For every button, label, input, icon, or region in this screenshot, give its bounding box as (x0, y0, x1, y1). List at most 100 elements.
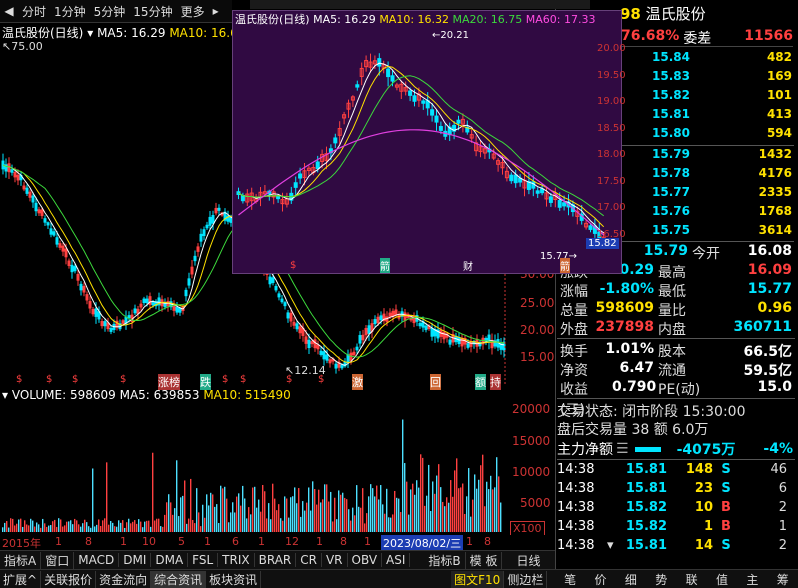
tick-row: 14:38 15.82 10 B 2 (557, 500, 787, 515)
volume-dropdown-icon[interactable]: ▾ (2, 388, 8, 402)
zoom-event-badge[interactable]: 箭 (380, 258, 390, 273)
tab-related-quotes[interactable]: 关联报价 (41, 570, 97, 588)
ask-row[interactable]: 15.83 169 (620, 69, 792, 88)
event-marker-icon[interactable]: $ (72, 374, 78, 385)
volume-bar (76, 520, 78, 532)
bid-row[interactable]: 15.78 4176 (620, 166, 792, 185)
tab-sidebar[interactable]: 侧边栏 (504, 570, 548, 588)
candle (421, 100, 426, 104)
volume-bar (250, 514, 252, 532)
volume-bar (194, 523, 196, 532)
candle (151, 301, 155, 306)
tab-trix[interactable]: TRIX (218, 553, 255, 567)
tab-news[interactable]: 综合资讯 (151, 570, 207, 588)
tab-macd[interactable]: MACD (74, 553, 120, 567)
tab-linked[interactable]: 联 (686, 571, 698, 588)
tab-ticks[interactable]: 笔 (564, 571, 576, 588)
back-arrow-icon[interactable]: ◀ (0, 4, 18, 18)
event-marker-icon[interactable]: $ (318, 374, 324, 385)
candle (49, 228, 53, 235)
tab-main[interactable]: 主 (746, 571, 758, 588)
event-badge[interactable]: 额 (475, 374, 486, 390)
zoom-event-badge[interactable]: 财 (463, 258, 473, 273)
event-marker-icon[interactable]: $ (120, 374, 126, 385)
tab-15min[interactable]: 15分钟 (129, 3, 176, 20)
volume-bar (228, 522, 230, 532)
volume-bar (240, 505, 242, 532)
tab-detail[interactable]: 细 (625, 571, 637, 588)
tab-dma[interactable]: DMA (151, 553, 189, 567)
candle (484, 338, 488, 342)
volume-bar (418, 487, 420, 532)
tab-more[interactable]: 更多 (177, 3, 209, 20)
volume-bar (438, 464, 440, 532)
bid-row[interactable]: 15.77 2335 (620, 185, 792, 204)
tab-dmi[interactable]: DMI (119, 553, 152, 567)
tab-5min[interactable]: 5分钟 (90, 3, 130, 20)
volume-bar (120, 522, 122, 532)
bid-row[interactable]: 15.76 1768 (620, 204, 792, 223)
bid-row[interactable]: 15.79 1432 (620, 147, 792, 166)
tab-trend[interactable]: 势 (655, 571, 667, 588)
volume-bar (344, 497, 346, 532)
volume-unit: X100 (510, 521, 545, 536)
kline-dropdown-icon[interactable]: ▾ (87, 26, 93, 40)
tab-cr[interactable]: CR (296, 553, 322, 567)
tab-daily[interactable]: 日线 (512, 552, 544, 569)
volume-bar (68, 521, 70, 532)
tab-value[interactable]: 值 (716, 571, 728, 588)
tab-capital-flow[interactable]: 资金流向 (96, 570, 152, 588)
tab-fsl[interactable]: FSL (188, 553, 219, 567)
event-marker-icon[interactable]: $ (16, 374, 22, 385)
volume-bar (382, 504, 384, 532)
tab-template[interactable]: 模 板 (466, 551, 503, 569)
tab-indicator-b[interactable]: 指标B (424, 551, 466, 569)
volume-bar (88, 526, 90, 532)
volume-bar (160, 526, 162, 532)
event-marker-icon[interactable]: $ (240, 374, 246, 385)
candle (562, 202, 567, 207)
volume-chart[interactable] (0, 402, 510, 534)
volume-bar (394, 490, 396, 532)
ask-row[interactable]: 15.81 413 (620, 107, 792, 126)
volume-bar (182, 495, 184, 532)
volume-bar (22, 526, 24, 532)
event-marker-icon[interactable]: $ (46, 374, 52, 385)
tab-brar[interactable]: BRAR (255, 553, 297, 567)
volume-bar (336, 519, 338, 532)
zoom-event-badge[interactable]: 箭 (560, 258, 570, 273)
ask-row[interactable]: 15.82 101 (620, 88, 792, 107)
stock-header: 98 温氏股份 (620, 3, 706, 24)
tab-sector-news[interactable]: 板块资讯 (206, 570, 262, 588)
scroll-down-icon[interactable]: ▾ (607, 538, 617, 557)
tab-expand[interactable]: 扩展^ (0, 570, 42, 588)
tab-indicator-a[interactable]: 指标A (0, 551, 42, 569)
tab-price[interactable]: 价 (595, 571, 607, 588)
ask-row[interactable]: 15.80 594 (620, 126, 792, 145)
event-marker-icon[interactable]: $ (290, 260, 296, 271)
tab-f10[interactable]: 图文F10 (451, 570, 505, 588)
main-flow-row[interactable]: 主力净额 ☰ -4075万 -4% (557, 439, 795, 459)
ask-row[interactable]: 15.84 482 (620, 50, 792, 69)
tab-obv[interactable]: OBV (348, 553, 383, 567)
event-marker-icon[interactable]: $ (286, 374, 292, 385)
event-badge[interactable]: 持 (490, 374, 501, 390)
candle (588, 225, 593, 230)
tab-asi[interactable]: ASI (382, 553, 411, 567)
tab-vr[interactable]: VR (322, 553, 348, 567)
flow-bar (634, 446, 661, 452)
bid-row[interactable]: 15.75 3614 (620, 223, 792, 242)
volume-bar (2, 527, 4, 532)
event-badge[interactable]: 激 (352, 374, 363, 390)
event-badge[interactable]: 回 (430, 374, 441, 390)
tab-1min[interactable]: 1分钟 (50, 3, 90, 20)
tab-fenshi[interactable]: 分时 (18, 3, 50, 20)
volume-bar (208, 505, 210, 532)
zoom-chart-canvas[interactable] (233, 25, 619, 271)
list-icon[interactable]: ☰ (616, 441, 629, 457)
volume-bar (258, 499, 260, 532)
tab-window[interactable]: 窗口 (41, 551, 75, 569)
tab-chips[interactable]: 筹 (777, 571, 789, 588)
event-marker-icon[interactable]: $ (222, 374, 228, 385)
more-dropdown-icon[interactable]: ▸ (209, 4, 223, 18)
